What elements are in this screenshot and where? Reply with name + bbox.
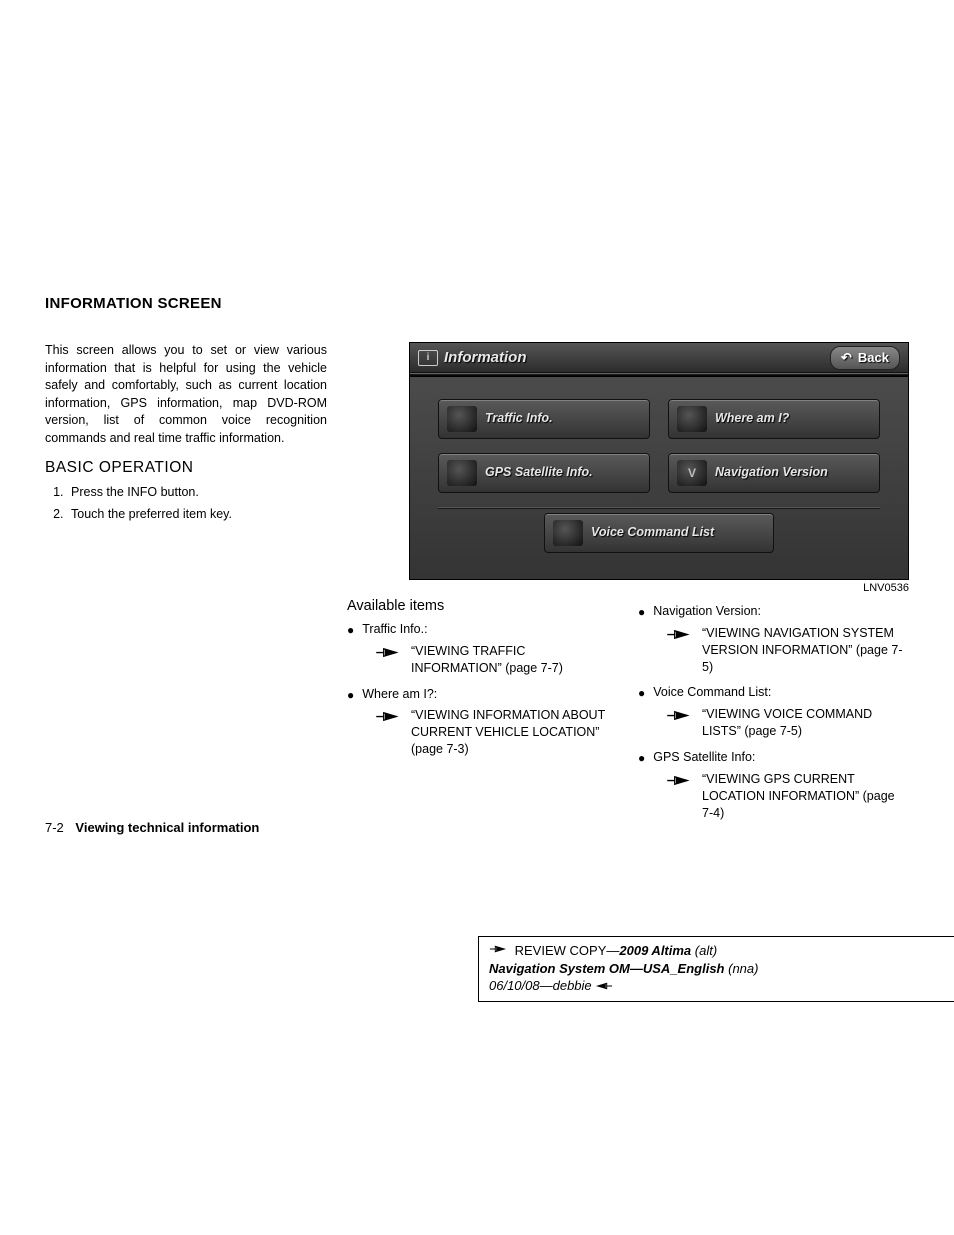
section-heading: INFORMATION SCREEN [45, 295, 909, 312]
page-number: 7-2 [45, 820, 64, 835]
item-gps-ref: “VIEWING GPS CURRENT LOCATION INFORMATIO… [702, 771, 909, 822]
footer-section-title: Viewing technical information [75, 820, 259, 835]
bullet-icon: ● [638, 604, 645, 621]
navigation-version-button[interactable]: V Navigation Version [668, 453, 880, 493]
basic-operation-heading: BASIC OPERATION [45, 459, 327, 477]
item-where-label: Where am I?: [362, 687, 437, 704]
item-navver-label: Navigation Version: [653, 604, 761, 621]
steps-list: Press the INFO button. Touch the preferr… [45, 485, 327, 521]
item-gps: ● GPS Satellite Info: [638, 750, 909, 767]
item-gps-label: GPS Satellite Info: [653, 750, 755, 767]
review-model: 2009 Altima [619, 943, 691, 958]
nav-title: Information [444, 349, 527, 366]
available-items: Available items ● Traffic Info.: “VIEWIN… [347, 598, 909, 831]
voice-label: Voice Command List [591, 526, 714, 540]
review-doc-code: (nna) [725, 961, 759, 976]
review-doc-title: Navigation System OM—USA_English [489, 961, 725, 976]
item-where: ● Where am I?: [347, 687, 618, 704]
item-voice: ● Voice Command List: [638, 685, 909, 702]
page-footer: 7-2 Viewing technical information [45, 820, 259, 835]
intro-paragraph: This screen allows you to set or view va… [45, 342, 327, 447]
item-where-ref: “VIEWING INFORMATION ABOUT CURRENT VEHIC… [411, 707, 618, 758]
review-date-author: 06/10/08—debbie [489, 978, 595, 993]
voice-command-button[interactable]: Voice Command List [544, 513, 774, 553]
gps-label: GPS Satellite Info. [485, 466, 593, 480]
available-items-heading: Available items [347, 598, 618, 614]
traffic-info-button[interactable]: Traffic Info. [438, 399, 650, 439]
where-icon [677, 406, 707, 432]
gps-satellite-button[interactable]: GPS Satellite Info. [438, 453, 650, 493]
navver-icon: V [677, 460, 707, 486]
navver-label: Navigation Version [715, 466, 828, 480]
item-voice-ref: “VIEWING VOICE COMMAND LISTS” (page 7-5) [702, 706, 909, 740]
item-voice-label: Voice Command List: [653, 685, 771, 702]
where-am-i-button[interactable]: Where am I? [668, 399, 880, 439]
traffic-label: Traffic Info. [485, 412, 553, 426]
reference-pointer-icon [666, 773, 692, 789]
right-column: i Information ↶ Back Traf [347, 342, 909, 831]
nav-screenshot-figure: i Information ↶ Back Traf [409, 342, 909, 594]
step-1: Press the INFO button. [67, 485, 327, 499]
back-button[interactable]: ↶ Back [830, 346, 900, 370]
pointer-left-icon [595, 978, 613, 993]
gps-icon [447, 460, 477, 486]
voice-icon [553, 520, 583, 546]
step-2: Touch the preferred item key. [67, 507, 327, 521]
review-stamp: REVIEW COPY—2009 Altima (alt) Navigation… [478, 936, 954, 1002]
item-traffic: ● Traffic Info.: [347, 622, 618, 639]
review-copy-label: REVIEW COPY— [515, 943, 620, 958]
item-traffic-ref: “VIEWING TRAFFIC INFORMATION” (page 7-7) [411, 643, 618, 677]
reference-pointer-icon [375, 645, 401, 661]
item-navver-ref: “VIEWING NAVIGATION SYSTEM VERSION INFOR… [702, 625, 909, 676]
back-arrow-icon: ↶ [841, 350, 852, 366]
nav-screen: i Information ↶ Back Traf [409, 342, 909, 580]
bullet-icon: ● [347, 687, 354, 704]
nav-header: i Information ↶ Back [410, 343, 908, 373]
reference-pointer-icon [666, 627, 692, 643]
traffic-icon [447, 406, 477, 432]
info-icon: i [418, 350, 438, 366]
item-navver: ● Navigation Version: [638, 604, 909, 621]
left-column: This screen allows you to set or view va… [45, 342, 327, 831]
where-label: Where am I? [715, 412, 789, 426]
bullet-icon: ● [638, 750, 645, 767]
figure-reference-code: LNV0536 [409, 582, 909, 594]
reference-pointer-icon [375, 709, 401, 725]
bullet-icon: ● [638, 685, 645, 702]
bullet-icon: ● [347, 622, 354, 639]
reference-pointer-icon [666, 708, 692, 724]
pointer-right-icon [489, 943, 511, 958]
review-model-code: (alt) [691, 943, 717, 958]
item-traffic-label: Traffic Info.: [362, 622, 427, 639]
back-label: Back [858, 350, 889, 365]
